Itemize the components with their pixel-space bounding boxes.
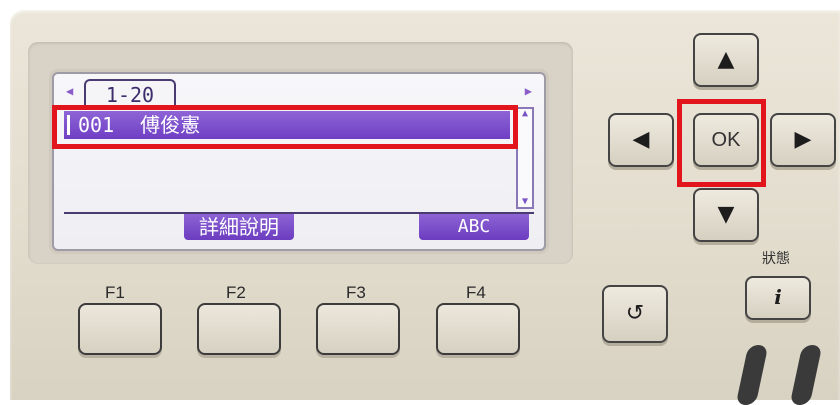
right-arrow-icon: ▶ xyxy=(794,127,812,152)
up-arrow-icon: ▲ xyxy=(717,47,735,72)
tab-right-arrow-icon: ▶ xyxy=(524,84,532,98)
up-button[interactable]: ▲ xyxy=(693,33,759,87)
status-info-button[interactable]: i xyxy=(745,276,811,320)
f1-button[interactable] xyxy=(78,303,162,355)
back-button[interactable]: ↺ xyxy=(602,285,668,343)
lcd-screen: ◀ ▶ 1-20 001 傅俊憲 ▲ ▼ 詳細說明 ABC xyxy=(52,72,546,251)
down-button[interactable]: ▼ xyxy=(693,188,759,242)
ok-highlight-box xyxy=(677,99,766,187)
softkey-abc[interactable]: ABC xyxy=(419,214,529,240)
left-arrow-icon: ◀ xyxy=(632,127,650,152)
f4-button[interactable] xyxy=(436,303,520,355)
right-button[interactable]: ▶ xyxy=(770,113,836,167)
status-label: 狀態 xyxy=(762,251,790,267)
f1-label: F1 xyxy=(105,283,125,302)
f2-button[interactable] xyxy=(197,303,281,355)
list-scrollbar[interactable]: ▲ ▼ xyxy=(516,107,534,209)
f2-label: F2 xyxy=(226,283,246,302)
back-icon: ↺ xyxy=(625,301,645,326)
down-arrow-icon: ▼ xyxy=(717,202,735,227)
f3-label: F3 xyxy=(346,283,366,302)
entry-highlight-box xyxy=(52,105,518,149)
page-range-tab[interactable]: 1-20 xyxy=(84,79,176,107)
info-icon: i xyxy=(774,285,782,309)
softkey-details[interactable]: 詳細說明 xyxy=(184,214,294,240)
scroll-down-icon[interactable]: ▼ xyxy=(519,197,531,207)
tab-left-arrow-icon: ◀ xyxy=(66,84,74,98)
f3-button[interactable] xyxy=(316,303,400,355)
f4-label: F4 xyxy=(466,283,486,302)
left-button[interactable]: ◀ xyxy=(608,113,674,167)
scroll-up-icon[interactable]: ▲ xyxy=(519,109,531,119)
